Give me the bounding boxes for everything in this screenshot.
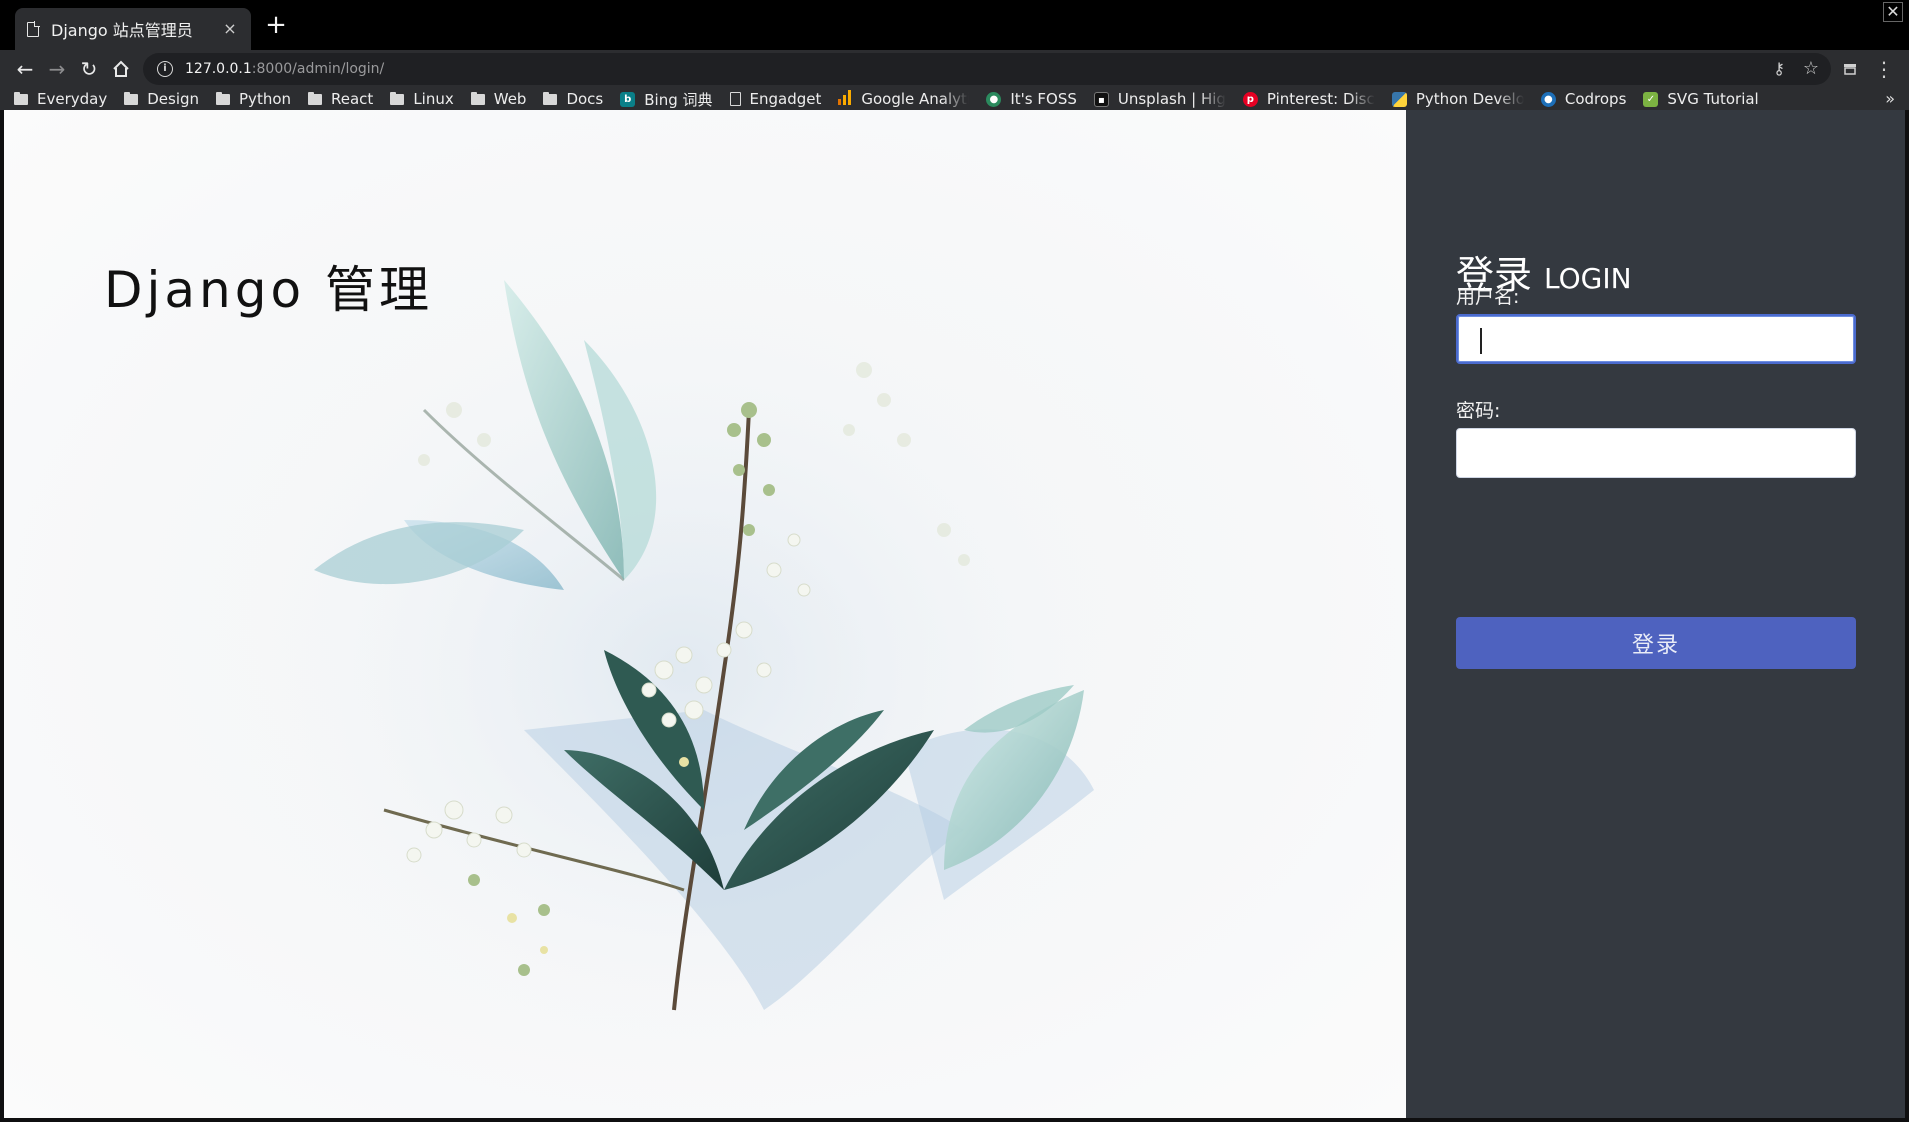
bookmark-label: React: [331, 90, 374, 108]
bookmark-label: Everyday: [37, 90, 108, 108]
document-icon: [27, 20, 40, 37]
browser-toolbar: ← → ↻ i 127.0.0.1:8000/admin/login/ ⚷ ☆ …: [0, 50, 1909, 88]
username-label: 用户名:: [1456, 286, 1520, 308]
itsfoss-icon: ●: [986, 91, 1002, 107]
bookmark-engadget[interactable]: Engadget: [729, 88, 822, 110]
bookmark-label: Google Analytics: [861, 90, 970, 108]
bookmark-react[interactable]: React: [308, 88, 373, 110]
bing-icon: b: [620, 91, 636, 107]
analytics-icon: [838, 89, 852, 109]
browser-window: Django 站点管理员 × + ✕ ← → ↻ i 127.0.0.1:800…: [0, 0, 1909, 1122]
key-icon[interactable]: ⚷: [1773, 59, 1785, 78]
folder-icon: [216, 91, 231, 105]
bookmark-linux[interactable]: Linux: [390, 88, 454, 110]
password-field[interactable]: [1456, 428, 1856, 478]
url-path: :8000/admin/login/: [251, 61, 385, 77]
bookmark-label: Unsplash | High: [1117, 90, 1226, 108]
bookmark-label: Python Develope: [1415, 90, 1524, 108]
bookmark-python[interactable]: Python: [216, 88, 291, 110]
forward-arrow-icon[interactable]: →: [42, 54, 72, 84]
tab-title: Django 站点管理员: [51, 21, 193, 40]
bookmark-label: Python: [239, 90, 292, 108]
bookmark-unsplash[interactable]: ▪ Unsplash | High: [1093, 88, 1226, 110]
bookmark-its-foss[interactable]: ● It's FOSS: [986, 88, 1077, 110]
bookmark-star-icon[interactable]: ☆: [1803, 58, 1819, 79]
back-arrow-icon[interactable]: ←: [10, 54, 40, 84]
bookmark-python-developer[interactable]: Python Develope: [1391, 88, 1524, 110]
page-content: Django 管理 登录 LOGIN 用户名: 密码: 登录: [4, 110, 1905, 1118]
bookmark-everyday[interactable]: Everyday: [14, 88, 107, 110]
login-heading-en: LOGIN: [1544, 262, 1632, 295]
bookmark-label: Web: [493, 90, 527, 108]
text-caret: [1480, 328, 1482, 354]
address-bar[interactable]: i 127.0.0.1:8000/admin/login/ ⚷ ☆: [143, 53, 1831, 85]
tab-close-icon[interactable]: ×: [221, 21, 239, 37]
folder-icon: [308, 91, 323, 105]
bookmark-google-analytics[interactable]: Google Analytics: [838, 88, 969, 110]
bookmark-label: Codrops: [1564, 90, 1627, 108]
unsplash-icon: ▪: [1093, 91, 1109, 107]
codrops-icon: ●: [1540, 91, 1556, 107]
bookmark-codrops[interactable]: ● Codrops: [1540, 88, 1627, 110]
bookmark-bing[interactable]: b Bing 词典: [620, 88, 713, 110]
bookmark-label: It's FOSS: [1010, 90, 1077, 108]
login-submit-button[interactable]: 登录: [1456, 617, 1856, 669]
url-host: 127.0.0.1: [185, 61, 252, 77]
new-tab-button[interactable]: +: [264, 12, 288, 38]
extension-icon[interactable]: [1835, 54, 1865, 84]
folder-icon: [390, 91, 405, 105]
bookmarks-bar: Everyday Design Python React Linux Web D…: [0, 88, 1909, 110]
bookmark-label: Bing 词典: [644, 90, 713, 109]
python-icon: [1391, 91, 1407, 107]
bookmark-svg-tutorial[interactable]: ✓ SVG Tutorial: [1643, 88, 1759, 110]
svg-icon: ✓: [1643, 91, 1659, 107]
bookmark-label: SVG Tutorial: [1667, 90, 1759, 108]
tab-active[interactable]: Django 站点管理员 ×: [15, 8, 251, 50]
bookmark-label: Linux: [413, 90, 454, 108]
bookmark-label: Design: [147, 90, 200, 108]
window-close-button[interactable]: ✕: [1883, 2, 1903, 22]
bookmark-label: Engadget: [749, 90, 822, 108]
bookmark-design[interactable]: Design: [124, 88, 199, 110]
username-field[interactable]: [1456, 314, 1856, 364]
password-label: 密码:: [1456, 400, 1501, 422]
bookmarks-overflow-button[interactable]: »: [1885, 88, 1895, 110]
bookmark-label: Pinterest: Discov: [1266, 90, 1375, 108]
bookmark-web[interactable]: Web: [470, 88, 527, 110]
folder-icon: [470, 91, 485, 105]
site-title: Django 管理: [104, 261, 433, 319]
home-icon[interactable]: [106, 54, 136, 84]
bookmark-label: Docs: [566, 90, 604, 108]
bookmark-pinterest[interactable]: p Pinterest: Discov: [1242, 88, 1375, 110]
folder-icon: [124, 91, 139, 105]
folder-icon: [543, 91, 558, 105]
login-panel: 登录 LOGIN 用户名: 密码: 登录: [1406, 110, 1905, 1118]
pinterest-icon: p: [1242, 91, 1258, 107]
hero-section: Django 管理: [4, 110, 1406, 1118]
folder-icon: [14, 91, 28, 105]
tab-strip: Django 站点管理员 × + ✕: [0, 0, 1909, 50]
reload-icon[interactable]: ↻: [74, 54, 104, 84]
bookmark-docs[interactable]: Docs: [543, 88, 603, 110]
menu-kebab-icon[interactable]: ⋮: [1869, 54, 1899, 84]
page-icon: [729, 92, 741, 106]
info-icon[interactable]: i: [157, 61, 173, 77]
